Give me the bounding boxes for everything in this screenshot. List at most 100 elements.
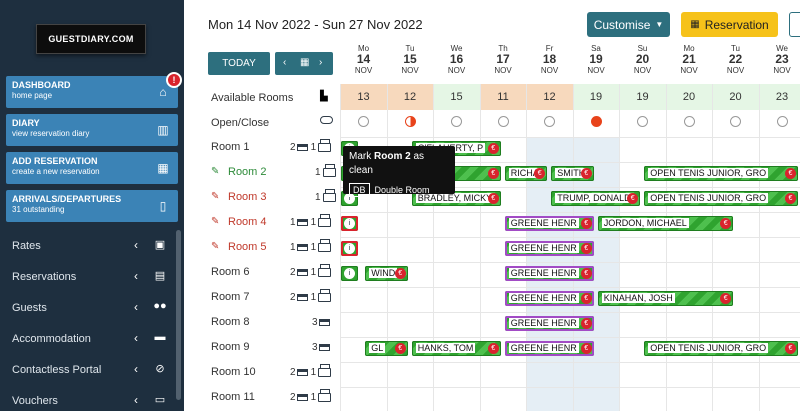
day-header[interactable]: Mo 21 NOV: [666, 44, 713, 75]
reservation-bar[interactable]: JORDON, MICHAEL €: [597, 216, 734, 231]
room-label[interactable]: Room 7: [211, 291, 250, 303]
day-header[interactable]: We 23 NOV: [759, 44, 800, 75]
reservation-bar[interactable]: GREENE HENR €: [504, 241, 594, 256]
room-label[interactable]: Room 2: [228, 166, 267, 178]
id-card-icon: ▤: [154, 270, 166, 282]
room-label[interactable]: Room 10: [211, 366, 256, 378]
open-close-toggle[interactable]: [683, 116, 695, 127]
reservation-bar[interactable]: OPEN TENIS JUNIOR, GRO €: [644, 166, 798, 181]
day-header[interactable]: Fr 18 NOV: [526, 44, 573, 75]
bath-icon: [318, 388, 332, 402]
nav-dashboard[interactable]: DASHBOARD home page ⌂: [6, 76, 178, 108]
customise-button[interactable]: Customise ▼: [587, 12, 670, 37]
open-close-toggle[interactable]: [730, 116, 741, 127]
bath-icon: [318, 213, 332, 227]
reservation-bar[interactable]: HANKS, TOM €: [411, 341, 501, 356]
chevron-left-icon: ‹: [134, 238, 138, 252]
open-close-toggle[interactable]: [358, 116, 369, 127]
room-label[interactable]: Room 11: [211, 391, 255, 403]
reservation-bar[interactable]: OPEN TENIS JUNIOR, GRO €: [644, 191, 798, 206]
reservation-bar[interactable]: OPEN TENIS JUNIOR, GRO €: [644, 341, 798, 356]
open-close-toggle[interactable]: [544, 116, 555, 127]
menu-guests[interactable]: Guests ‹ ●●: [0, 293, 184, 323]
bed-icon: [318, 318, 330, 326]
menu-vouchers-label: Vouchers: [12, 395, 58, 407]
reservation-bar[interactable]: SMITH €: [551, 166, 594, 181]
room-label[interactable]: Room 9: [211, 341, 250, 353]
bed-icon: [296, 243, 308, 251]
nav-dashboard-title: DASHBOARD: [12, 80, 71, 90]
open-close-toggle[interactable]: [451, 116, 462, 127]
sidebar-scrollbar[interactable]: [176, 230, 181, 400]
day-header[interactable]: Su 20 NOV: [619, 44, 666, 75]
room-label[interactable]: Room 5: [228, 241, 267, 253]
nav-add-reservation[interactable]: ADD RESERVATION create a new reservation…: [6, 152, 178, 184]
room-label[interactable]: Room 8: [211, 316, 250, 328]
menu-contactless-portal[interactable]: Contactless Portal ‹ ⊘: [0, 355, 184, 385]
chevron-left-icon[interactable]: ‹: [283, 57, 286, 68]
date-range: Mon 14 Nov 2022 - Sun 27 Nov 2022: [208, 17, 423, 32]
reservation-bar[interactable]: GREENE HENR €: [504, 291, 594, 306]
guest-name: TRUMP, DONALD: [555, 193, 633, 203]
menu-contactless-label: Contactless Portal: [12, 364, 102, 376]
reservation-bar[interactable]: GREENE HENR €: [504, 216, 594, 231]
dashboard-alert-badge: !: [166, 72, 182, 88]
reservation-bar[interactable]: GL €: [365, 341, 408, 356]
reservation-button[interactable]: ▦ Reservation: [681, 12, 778, 37]
reservation-bar[interactable]: RICHA €: [504, 166, 548, 181]
open-close-toggle[interactable]: [776, 116, 788, 127]
available-count: 19: [572, 84, 620, 110]
menu-guests-label: Guests: [12, 302, 47, 314]
room-label[interactable]: Room 1: [211, 141, 250, 153]
reservation-bar[interactable]: TRUMP, DONALD €: [551, 191, 641, 206]
day-header[interactable]: Mo 14 NOV: [340, 44, 387, 75]
open-close-toggle[interactable]: [404, 116, 416, 127]
nav-diary[interactable]: DIARY view reservation diary ▥: [6, 114, 178, 146]
today-button[interactable]: TODAY: [208, 52, 270, 75]
day-header[interactable]: We 16 NOV: [433, 44, 480, 75]
broom-crossed-icon[interactable]: ✎: [211, 241, 219, 252]
guest-name: GREENE HENR: [508, 268, 579, 278]
day-header[interactable]: Sa 19 NOV: [573, 44, 620, 75]
info-tag[interactable]: i: [341, 241, 358, 256]
reservation-bar[interactable]: GREENE HENR €: [504, 266, 594, 281]
menu-rates[interactable]: Rates ‹ ▣: [0, 231, 184, 261]
info-tag[interactable]: i: [341, 216, 358, 231]
calendar-icon[interactable]: ▦: [300, 57, 309, 68]
available-count: 19: [619, 84, 666, 110]
broom-crossed-icon[interactable]: ✎: [211, 191, 219, 202]
reservation-bar[interactable]: WIND €: [365, 266, 408, 281]
guest-name: GREENE HENR: [508, 343, 579, 353]
bath-count: 1: [310, 292, 317, 303]
room-label[interactable]: Room 3: [228, 191, 267, 203]
toggle-icon[interactable]: [320, 116, 333, 124]
info-tag[interactable]: i: [341, 266, 358, 281]
grid-line: [340, 237, 800, 238]
room-label[interactable]: Room 4: [228, 216, 267, 228]
reservation-bar[interactable]: GREENE HENR €: [504, 341, 594, 356]
available-count: 23: [758, 84, 800, 110]
day-header[interactable]: Tu 22 NOV: [712, 44, 759, 75]
menu-reservations[interactable]: Reservations ‹ ▤: [0, 262, 184, 292]
day-header[interactable]: Tu 15 NOV: [387, 44, 434, 75]
broom-icon[interactable]: ✎: [211, 166, 219, 177]
day-header[interactable]: Th 17 NOV: [480, 44, 527, 75]
open-close-toggle[interactable]: [637, 116, 648, 127]
bed-icon: [296, 368, 308, 376]
nav-arrivals-departures[interactable]: ARRIVALS/DEPARTURES 31 outstanding ▯: [6, 190, 178, 222]
chevron-right-icon[interactable]: ›: [319, 57, 322, 68]
more-button[interactable]: [789, 12, 800, 37]
room-label[interactable]: Room 6: [211, 266, 250, 278]
menu-vouchers[interactable]: Vouchers ‹ ▭: [0, 386, 184, 411]
bath-count: 1: [310, 367, 317, 378]
reservation-bar[interactable]: KINAHAN, JOSH €: [597, 291, 734, 306]
reservation-bar[interactable]: GREENE HENR €: [504, 316, 594, 331]
logo[interactable]: GUESTDIARY.COM: [36, 24, 146, 54]
open-close-toggle[interactable]: [590, 116, 602, 127]
bath-count: 1: [310, 142, 317, 153]
open-close-toggle[interactable]: [497, 116, 509, 127]
menu-accommodation[interactable]: Accommodation ‹ ▬: [0, 324, 184, 354]
euro-icon: €: [487, 168, 499, 179]
broom-crossed-icon[interactable]: ✎: [211, 216, 219, 227]
grid-line: [340, 212, 800, 213]
